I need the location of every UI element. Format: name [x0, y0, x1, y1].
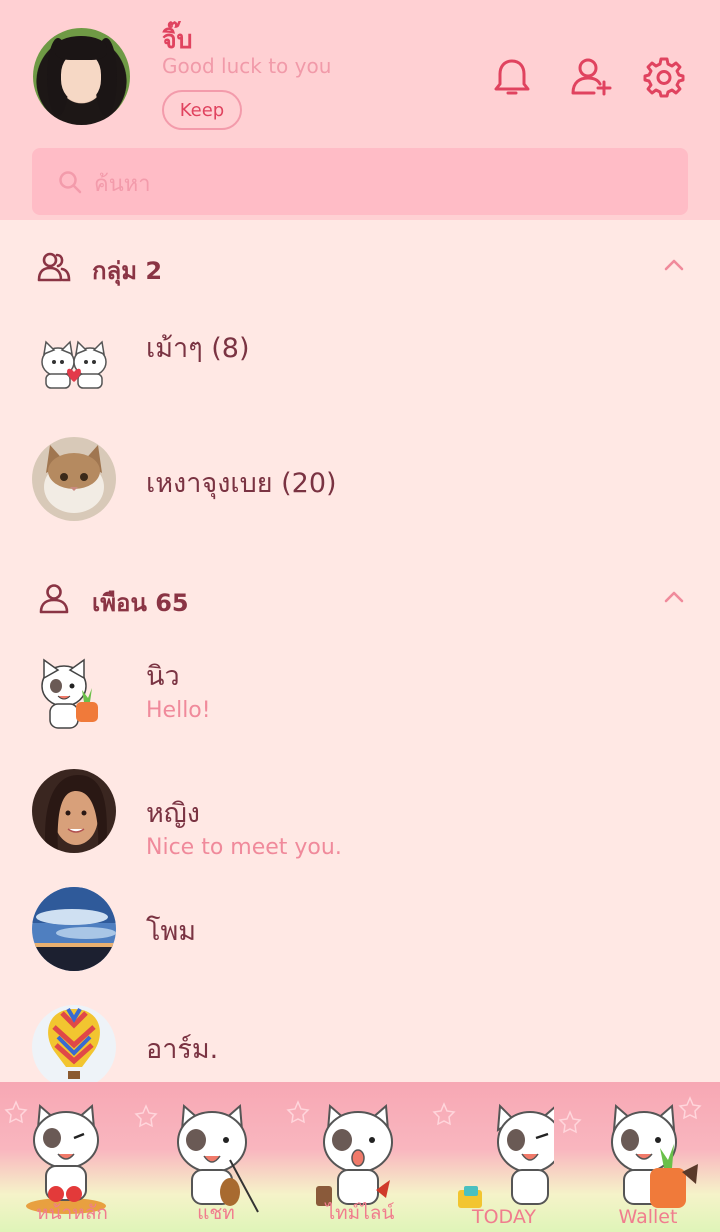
tab-timeline-label: ไทม์ไลน์ [325, 1202, 395, 1224]
friend-name: อาร์ม. [146, 1034, 219, 1065]
friend-icon [39, 584, 69, 614]
group-avatar-cat-photo [32, 437, 116, 521]
group-row[interactable]: เหงาจุงเบย (20) [0, 437, 720, 537]
today-icon [458, 1103, 554, 1208]
search-icon [59, 171, 82, 194]
friend-avatar-photo [32, 769, 116, 853]
group-name: เม้าๆ (8) [146, 333, 250, 364]
profile-status[interactable]: Good luck to you [162, 54, 331, 78]
friends-section-header[interactable]: เพือน 65 [0, 575, 720, 625]
bottom-tab-bar: หน้าหลัก แชท ไทม์ไลน์ TODAY Wallet [0, 1082, 720, 1232]
group-avatar-cats [41, 340, 107, 389]
tab-timeline[interactable]: ไทม์ไลน์ [288, 1082, 432, 1232]
friend-avatar-mascot [41, 658, 98, 729]
friend-name: โพม [146, 916, 197, 947]
tab-wallet-label: Wallet [618, 1206, 678, 1228]
friend-name: นิว [146, 661, 180, 692]
tab-chat-label: แชท [197, 1202, 235, 1224]
groups-section-header[interactable]: กลุ่ม 2 [0, 243, 720, 293]
friend-row[interactable]: นิว Hello! [0, 652, 720, 752]
chevron-up-icon[interactable] [662, 255, 686, 275]
chevron-up-icon[interactable] [662, 587, 686, 607]
friend-avatar-sky-photo [32, 887, 116, 971]
tab-today[interactable]: TODAY [432, 1082, 576, 1232]
tab-today-label: TODAY [472, 1206, 536, 1228]
wallet-icon [611, 1103, 698, 1208]
groups-section-title: กลุ่ม 2 [92, 257, 163, 285]
gear-icon[interactable] [643, 56, 685, 98]
group-icon [37, 252, 71, 282]
search-bar[interactable]: ค้นหา [32, 148, 688, 215]
tab-chat[interactable]: แชท [144, 1082, 288, 1232]
friends-section-title: เพือน 65 [92, 589, 189, 617]
bell-icon[interactable] [491, 56, 533, 98]
friend-row[interactable]: หญิง Nice to meet you. [0, 769, 720, 869]
friend-status-message: Hello! [146, 698, 211, 723]
tab-wallet[interactable]: Wallet [576, 1082, 720, 1232]
friend-avatar-balloon-photo [32, 1005, 116, 1089]
home-icon [26, 1103, 106, 1214]
add-friend-icon[interactable] [570, 56, 612, 98]
group-name: เหงาจุงเบย (20) [146, 468, 337, 499]
timeline-icon [316, 1103, 393, 1206]
tab-home-label: หน้าหลัก [36, 1202, 108, 1224]
search-input[interactable]: ค้นหา [94, 166, 151, 201]
friend-name: หญิง [146, 798, 200, 829]
chat-icon [177, 1103, 259, 1213]
tab-home[interactable]: หน้าหลัก [0, 1082, 144, 1232]
group-row[interactable]: เม้าๆ (8) [0, 322, 720, 422]
friend-status-message: Nice to meet you. [146, 835, 342, 860]
profile-avatar[interactable] [33, 28, 130, 125]
profile-header: จิ๊บ Good luck to you Keep ค้นหา [0, 0, 720, 220]
keep-button[interactable]: Keep [162, 90, 242, 130]
friend-row[interactable]: โพม [0, 887, 720, 987]
